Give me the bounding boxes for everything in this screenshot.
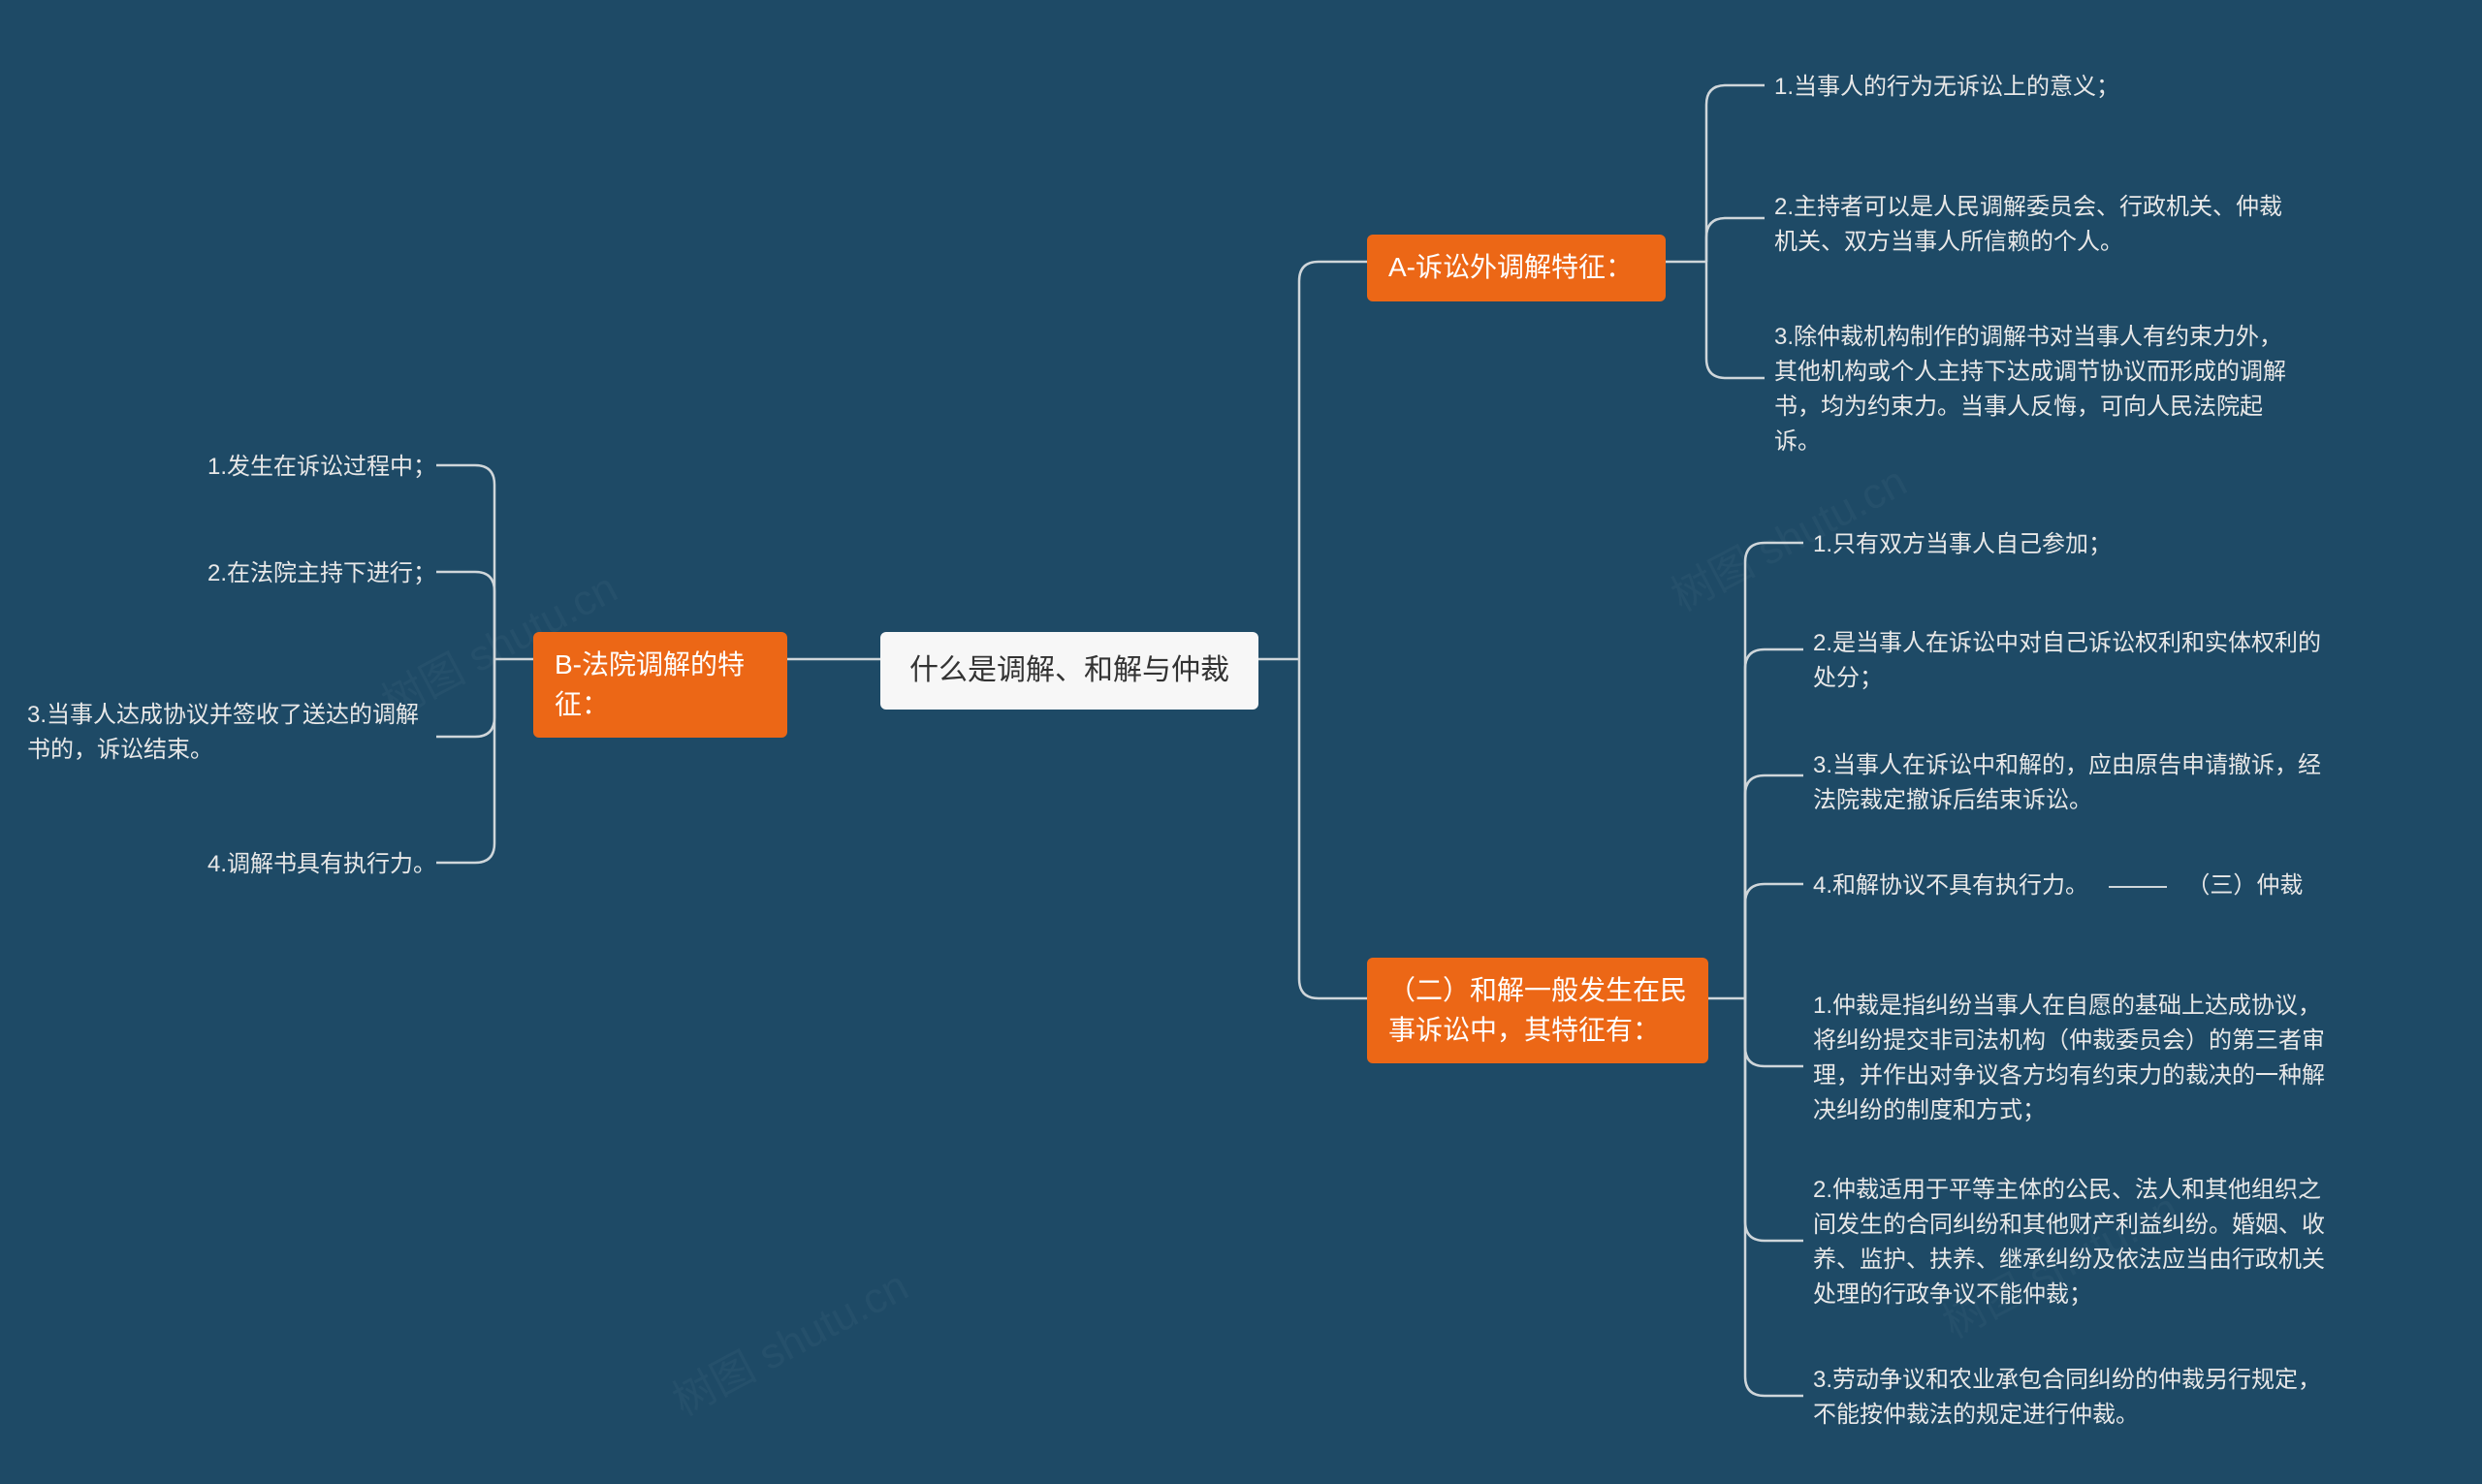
branch-c-item-4b-text: （三）仲裁 — [2186, 872, 2303, 899]
inline-connector — [2109, 886, 2167, 888]
branch-c-item-1: 1.只有双方当事人自己参加； — [1813, 527, 2337, 562]
branch-c-item-7: 3.劳动争议和农业承包合同纠纷的仲裁另行规定，不能按仲裁法的规定进行仲裁。 — [1813, 1363, 2337, 1433]
branch-b-item-1: 1.发生在诉讼过程中； — [175, 450, 436, 485]
branch-c-item-2: 2.是当事人在诉讼中对自己诉讼权利和实体权利的处分； — [1813, 626, 2337, 696]
branch-c-item-4: 4.和解协议不具有执行力。 （三）仲裁 — [1813, 868, 2395, 903]
branch-c-item-6: 2.仲裁适用于平等主体的公民、法人和其他组织之间发生的合同纠纷和其他财产利益纠纷… — [1813, 1173, 2337, 1312]
branch-c-item-3: 3.当事人在诉讼中和解的，应由原告申请撤诉，经法院裁定撤诉后结束诉讼。 — [1813, 748, 2337, 818]
branch-c-item-5: 1.仲裁是指纠纷当事人在自愿的基础上达成协议，将纠纷提交非司法机构（仲裁委员会）… — [1813, 989, 2337, 1128]
branch-b[interactable]: B-法院调解的特征： — [533, 632, 787, 738]
branch-c-item-4-text: 4.和解协议不具有执行力。 — [1813, 872, 2088, 899]
branch-c[interactable]: （二）和解一般发生在民事诉讼中，其特征有： — [1367, 958, 1708, 1063]
branch-b-item-2: 2.在法院主持下进行； — [175, 556, 436, 591]
branch-b-item-4: 4.调解书具有执行力。 — [175, 847, 436, 882]
branch-a-item-2: 2.主持者可以是人民调解委员会、行政机关、仲裁机关、双方当事人所信赖的个人。 — [1774, 190, 2298, 260]
branch-a-item-1: 1.当事人的行为无诉讼上的意义； — [1774, 70, 2298, 105]
branch-b-item-3: 3.当事人达成协议并签收了送达的调解书的，诉讼结束。 — [27, 698, 436, 768]
branch-a-item-3: 3.除仲裁机构制作的调解书对当事人有约束力外，其他机构或个人主持下达成调节协议而… — [1774, 320, 2298, 459]
root-node[interactable]: 什么是调解、和解与仲裁 — [880, 632, 1258, 710]
branch-a[interactable]: A-诉讼外调解特征： — [1367, 235, 1666, 301]
watermark: 树图 shutu.cn — [660, 1251, 917, 1428]
